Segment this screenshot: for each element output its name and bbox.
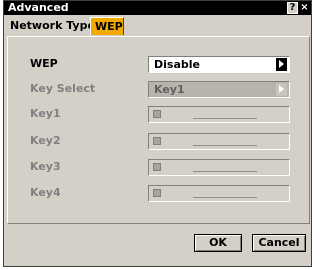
key-select-dropdown[interactable]: Key1 <box>148 81 290 98</box>
cursor-icon <box>153 189 161 197</box>
help-icon[interactable]: ? <box>287 2 298 14</box>
cursor-icon <box>153 137 161 145</box>
key-select-value: Key1 <box>154 83 185 96</box>
key-underline <box>193 171 257 172</box>
ok-button[interactable]: OK <box>194 234 242 252</box>
key1-field[interactable] <box>148 106 290 123</box>
title-bar: Advanced ? × <box>4 1 311 15</box>
key2-label: Key2 <box>30 134 61 147</box>
cursor-icon <box>153 163 161 171</box>
close-icon[interactable]: × <box>299 2 310 14</box>
advanced-dialog: Advanced ? × Network Type WEP WEP Disabl… <box>3 0 312 267</box>
key3-label: Key3 <box>30 160 61 173</box>
key-underline <box>193 118 257 119</box>
wep-value: Disable <box>154 58 200 71</box>
dialog-title: Advanced <box>8 1 69 14</box>
wep-label: WEP <box>30 57 58 70</box>
key-select-label: Key Select <box>30 82 96 95</box>
wep-panel: WEP Disable Key Select Key1 Key1 Key2 Ke… <box>7 36 310 224</box>
cursor-icon <box>153 110 161 118</box>
key3-field[interactable] <box>148 159 290 176</box>
dropdown-arrow-icon[interactable] <box>276 83 287 96</box>
key-underline <box>193 197 257 198</box>
key4-field[interactable] <box>148 185 290 202</box>
tab-network-type[interactable]: Network Type <box>6 17 95 35</box>
key4-label: Key4 <box>30 186 61 199</box>
key2-field[interactable] <box>148 133 290 150</box>
wep-dropdown[interactable]: Disable <box>148 56 290 73</box>
key1-label: Key1 <box>30 107 61 120</box>
key-underline <box>193 145 257 146</box>
dropdown-arrow-icon[interactable] <box>276 58 287 71</box>
cancel-button[interactable]: Cancel <box>252 234 306 252</box>
tab-wep[interactable]: WEP <box>90 17 124 35</box>
